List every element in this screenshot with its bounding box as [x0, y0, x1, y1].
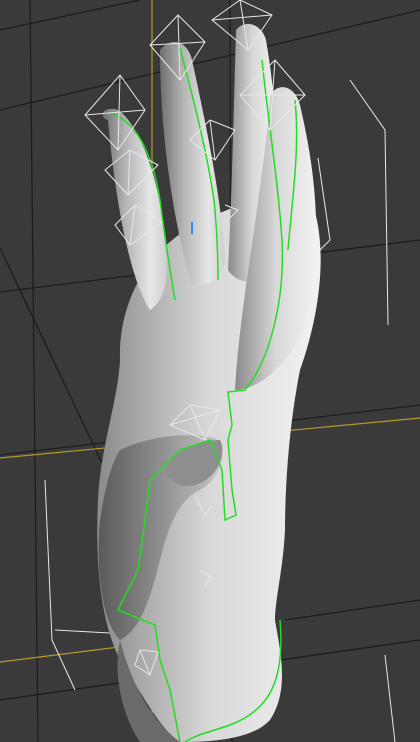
- viewport-canvas[interactable]: [0, 0, 420, 742]
- 3d-viewport[interactable]: [0, 0, 420, 742]
